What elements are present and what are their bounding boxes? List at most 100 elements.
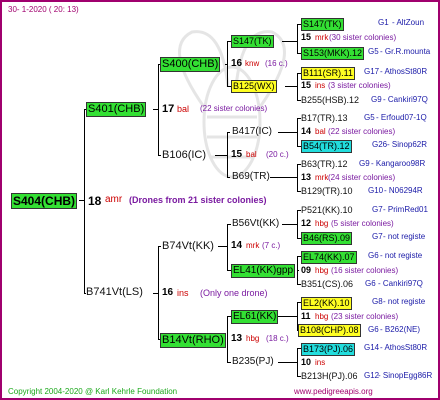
el61-num: 11 bbox=[301, 311, 311, 321]
b741-code: ins bbox=[177, 288, 189, 298]
b125-num: 15 bbox=[301, 80, 312, 90]
queen-b351[interactable]: B351(CS).06 bbox=[301, 280, 353, 289]
b111-gen: G17 bbox=[364, 67, 380, 76]
b14-num: 13 bbox=[231, 333, 243, 344]
b17-line: - Erfoud07-1Q bbox=[376, 113, 427, 122]
b108-gen: G6 bbox=[368, 325, 379, 334]
b56-num: 12 bbox=[301, 218, 312, 228]
queen-b54[interactable]: B54(TR).12 bbox=[301, 140, 352, 153]
b17-gen: G5 bbox=[364, 113, 375, 122]
queen-b173[interactable]: B173(PJ).06 bbox=[301, 343, 356, 356]
queen-b417[interactable]: B417(IC) bbox=[232, 127, 272, 137]
b14-note: (18 c.) bbox=[266, 334, 289, 343]
queen-b69[interactable]: B69(TR) bbox=[232, 172, 270, 182]
b351-gen: G6 bbox=[365, 279, 376, 288]
b417-code: bal bbox=[315, 127, 326, 136]
b54-gen: G26 bbox=[372, 140, 388, 149]
root-note: (Drones from 21 sister colonies) bbox=[129, 195, 267, 205]
b125-code: ins bbox=[315, 81, 326, 90]
el41-note: (16 sister colonies) bbox=[331, 266, 399, 275]
b235-code: ins bbox=[315, 358, 326, 367]
b111-line: - AthosSt80R bbox=[380, 67, 428, 76]
b54-line: - Sinop62R bbox=[387, 140, 428, 149]
b56-code: hbg bbox=[315, 219, 329, 228]
queen-b74[interactable]: B74Vt(KK) bbox=[162, 241, 214, 252]
queen-s153[interactable]: S153(MKK).12 bbox=[301, 47, 365, 60]
queen-b14[interactable]: B14Vt(RHO) bbox=[160, 333, 226, 348]
b74-num: 14 bbox=[231, 240, 243, 251]
s147-line: - AltZoun bbox=[392, 18, 425, 27]
b69-num: 13 bbox=[301, 172, 312, 182]
queen-s147[interactable]: S147(TK) bbox=[231, 35, 274, 48]
queen-el61[interactable]: EL61(KK) bbox=[231, 310, 279, 324]
p521-gen: G7 bbox=[372, 205, 383, 214]
copyright: Copyright 2004-2020 @ Karl Kehrle Founda… bbox=[8, 387, 178, 396]
queen-b741[interactable]: B741Vt(LS) bbox=[86, 287, 143, 298]
root-gen-number: 18 bbox=[88, 194, 102, 208]
b63-gen: G9 bbox=[359, 159, 370, 168]
b125-note: (3 sister colonies) bbox=[328, 81, 391, 90]
queen-b111[interactable]: B111(SR).11 bbox=[301, 67, 356, 80]
queen-p521[interactable]: P521(KK).10 bbox=[301, 206, 353, 215]
el74-gen: G6 bbox=[368, 251, 379, 260]
b14-code: hbg bbox=[246, 334, 260, 343]
root-code: amr bbox=[105, 194, 123, 205]
queen-el41[interactable]: EL41(KK)gpp bbox=[231, 264, 296, 278]
s401-num: 17 bbox=[162, 103, 175, 115]
b213-line: - SinopEgg86R bbox=[378, 371, 433, 380]
b106-code: bal bbox=[246, 150, 257, 159]
pedigree-chart: 30- 1-2020 ( 20: 13) Copyright 2004-2020… bbox=[0, 0, 440, 400]
queen-b108[interactable]: B108(CHP).08 bbox=[298, 324, 361, 337]
b741-note: (Only one drone) bbox=[200, 288, 268, 298]
s153-line: - Gr.R.mounta bbox=[380, 47, 431, 56]
s400-num: 16 bbox=[231, 58, 243, 69]
queen-el74[interactable]: EL74(KK).07 bbox=[301, 251, 357, 264]
queen-b63[interactable]: B63(TR).12 bbox=[301, 160, 348, 169]
queen-b125[interactable]: B125(WX) bbox=[231, 80, 277, 93]
el41-code: hbg bbox=[315, 266, 329, 275]
site-link[interactable]: www.pedigreeapis.org bbox=[294, 388, 373, 396]
b56-note: (5 sister colonies) bbox=[331, 219, 394, 228]
b106-note: (20 c.) bbox=[266, 150, 289, 159]
s147-gen: G1 bbox=[378, 18, 389, 27]
queen-b106[interactable]: B106(IC) bbox=[162, 150, 206, 161]
p521-line: - PrimRed01 bbox=[383, 205, 428, 214]
el61-code: hbg bbox=[315, 312, 329, 321]
b108-line: - B262(NE) bbox=[380, 325, 421, 334]
queen-b255[interactable]: B255(HSB).12 bbox=[301, 96, 359, 105]
b46-gen: G7 bbox=[372, 232, 383, 241]
queen-s401[interactable]: S401(CHB) bbox=[86, 102, 147, 117]
b63-line: - Kangaroo98R bbox=[371, 159, 426, 168]
b417-num: 14 bbox=[301, 126, 312, 136]
s401-note: (22 sister colonies) bbox=[200, 104, 268, 113]
queen-el2[interactable]: EL2(KK).10 bbox=[301, 297, 352, 310]
queen-b129[interactable]: B129(TR).10 bbox=[301, 187, 353, 196]
s153-gen: G5 bbox=[368, 47, 379, 56]
s400-code: knw bbox=[245, 59, 260, 68]
b351-line: - Cankiri97Q bbox=[378, 279, 423, 288]
s147-code: mrk bbox=[315, 33, 329, 42]
queen-s147-right[interactable]: S147(TK) bbox=[301, 18, 344, 31]
b106-num: 15 bbox=[231, 149, 243, 160]
b741-num: 16 bbox=[162, 287, 174, 298]
queen-b56[interactable]: B56Vt(KK) bbox=[232, 219, 279, 229]
queen-s400[interactable]: S400(CHB) bbox=[160, 57, 221, 72]
b74-note: (7 c.) bbox=[262, 241, 281, 250]
queen-b235[interactable]: B235(PJ) bbox=[232, 357, 274, 367]
b69-note: (24 sister colonies) bbox=[328, 173, 396, 182]
queen-b17[interactable]: B17(TR).13 bbox=[301, 114, 348, 123]
b46-line: - not registe bbox=[383, 232, 426, 241]
root-queen[interactable]: S404(CHB) bbox=[11, 193, 78, 209]
el61-note: (23 sister colonies) bbox=[331, 312, 399, 321]
b129-line: - N06294R bbox=[384, 186, 423, 195]
b417-note: (22 sister colonies) bbox=[328, 127, 396, 136]
b173-line: - AthosSt80R bbox=[380, 343, 428, 352]
b129-gen: G10 bbox=[368, 186, 384, 195]
b69-code: mrk bbox=[315, 173, 329, 182]
queen-b213[interactable]: B213H(PJ).06 bbox=[301, 372, 358, 381]
b173-gen: G14 bbox=[364, 343, 380, 352]
s400-note: (16 c.) bbox=[265, 59, 288, 68]
queen-b46[interactable]: B46(RS).09 bbox=[301, 232, 353, 245]
b74-code: mrk bbox=[246, 241, 260, 250]
s147-note: (30 sister colonies) bbox=[329, 33, 397, 42]
